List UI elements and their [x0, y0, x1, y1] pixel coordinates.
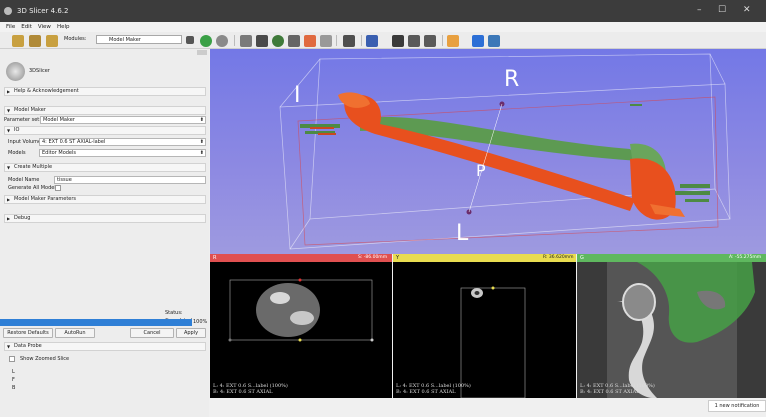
orientation-label-l: L [456, 221, 469, 246]
restore-defaults-button[interactable]: Restore Defaults [3, 328, 53, 338]
parameter-set-label: Parameter set: [4, 117, 41, 123]
orientation-label-i: I [294, 83, 301, 108]
yellow-slice-view[interactable]: L: 4: EXT 0.6 S...label (100%) B: 4: EXT… [393, 262, 576, 398]
data-module-icon[interactable] [240, 35, 252, 47]
red-slice-background-layer: B: 4: EXT 0.6 ST AXIAL [213, 389, 273, 395]
model-name-field[interactable]: tissue [54, 176, 206, 184]
model-name-label: Model Name [8, 177, 40, 183]
crosshair-icon[interactable] [366, 35, 378, 47]
close-button[interactable]: ✕ [743, 5, 751, 15]
models-combo[interactable]: Editor Models [39, 149, 206, 157]
menu-help[interactable]: Help [57, 24, 70, 30]
show-zoomed-label: Show Zoomed Slice [20, 356, 70, 362]
transforms-module-icon[interactable] [288, 35, 300, 47]
generate-all-checkbox[interactable] [55, 185, 61, 191]
models-module-icon[interactable] [272, 35, 284, 47]
slicer-logo-text: 3DSlicer [29, 68, 50, 74]
model-maker-parameters-section[interactable]: Model Maker Parameters [4, 195, 206, 204]
orientation-label-p: P [476, 161, 486, 180]
probe-b-label: B [12, 385, 16, 391]
cancel-button[interactable]: Cancel [130, 328, 174, 338]
yellow-slice-info: L: 4: EXT 0.6 S...label (100%) B: 4: EXT… [396, 383, 471, 395]
green-slice-info: L: 4: EXT 0.6 S...label (100%) B: 4: EXT… [580, 383, 655, 395]
red-slice-info: L: 4: EXT 0.6 S...label (100%) B: 4: EXT… [213, 383, 288, 395]
generate-all-label: Generate All Models [8, 185, 59, 191]
scene-view-icon[interactable] [408, 35, 420, 47]
title-bar: 3D Slicer 4.6.2 – ☐ ✕ [0, 0, 766, 22]
progress-text: 100% [193, 319, 208, 325]
menu-file[interactable]: File [6, 24, 15, 30]
python-console-icon[interactable] [488, 35, 500, 47]
3d-scene [279, 53, 731, 250]
input-volume-label: Input Volume [8, 139, 42, 145]
menu-edit[interactable]: Edit [21, 24, 32, 30]
create-multiple-section[interactable]: Create Multiple [4, 163, 206, 172]
red-slice-bar[interactable]: R S: -86.00mm [210, 254, 392, 262]
red-slice-image [228, 278, 374, 342]
module-selector-value: Model Maker [109, 37, 141, 43]
yellow-slice-letter: Y [396, 255, 400, 261]
maximize-button[interactable]: ☐ [718, 5, 726, 15]
yellow-slice-offset: R: 36.620mm [543, 255, 574, 260]
red-slice-view[interactable]: L: 4: EXT 0.6 S...label (100%) B: 4: EXT… [210, 262, 392, 398]
data-probe-section[interactable]: Data Probe [4, 342, 206, 351]
yellow-slice-background-layer: B: 4: EXT 0.6 ST AXIAL [396, 389, 456, 395]
editor-module-icon[interactable] [320, 35, 332, 47]
load-data-icon[interactable] [12, 35, 24, 47]
modules-label: Modules: [64, 36, 87, 42]
green-slice-letter: G [580, 255, 584, 261]
input-volume-combo[interactable]: 4: EXT 0.6 ST AXIAL-label [39, 138, 206, 146]
status-strip [210, 398, 766, 417]
model-maker-section[interactable]: Model Maker [4, 106, 206, 115]
red-slice-offset: S: -86.00mm [358, 255, 388, 260]
menu-bar: File Edit View Help [0, 22, 766, 32]
slicer-app-icon [4, 7, 12, 15]
io-section[interactable]: IO [4, 126, 206, 135]
yellow-slice-bar[interactable]: Y R: 36.620mm [393, 254, 576, 262]
save-data-icon[interactable] [46, 35, 58, 47]
autorun-button[interactable]: AutoRun [55, 328, 95, 338]
window-title: 3D Slicer 4.6.2 [17, 7, 69, 15]
show-zoomed-checkbox[interactable] [9, 356, 15, 362]
probe-l-label: L [12, 369, 15, 375]
menu-view[interactable]: View [38, 24, 51, 30]
extension-manager-icon[interactable] [472, 35, 484, 47]
probe-f-label: F [12, 377, 15, 383]
load-dicom-icon[interactable] [29, 35, 41, 47]
module-history-icon[interactable] [186, 36, 194, 44]
debug-section[interactable]: Debug [4, 214, 206, 223]
yellow-slice-image [460, 286, 526, 398]
apply-button[interactable]: Apply [176, 328, 206, 338]
green-bone [360, 116, 666, 195]
green-slice-bar[interactable]: G A: -55.275mm [577, 254, 766, 262]
volumes-module-icon[interactable] [256, 35, 268, 47]
slicer-logo-icon [6, 62, 25, 81]
red-slice-letter: R [213, 255, 217, 261]
panel-undock-icon[interactable] [197, 50, 207, 55]
help-section[interactable]: Help & Acknowledgement [4, 87, 206, 96]
green-slice-offset: A: -55.275mm [729, 255, 762, 260]
parameter-set-combo[interactable]: Model Maker [40, 116, 206, 124]
place-fiducial-icon[interactable] [447, 35, 459, 47]
minimize-button[interactable]: – [697, 5, 702, 15]
markups-module-icon[interactable] [304, 35, 316, 47]
green-slice-image [577, 262, 766, 398]
back-arrow-icon[interactable] [200, 35, 212, 47]
module-selector[interactable]: Model Maker [96, 35, 182, 44]
green-slice-view[interactable]: L: 4: EXT 0.6 S...label (100%) B: 4: EXT… [577, 262, 766, 398]
orientation-label-r: R [504, 67, 520, 92]
green-slice-background-layer: B: 4: EXT 0.6 ST AXIAL [580, 389, 640, 395]
screenshot-icon[interactable] [392, 35, 404, 47]
models-label: Models [8, 150, 26, 156]
3d-view[interactable]: R I P L [210, 49, 766, 254]
forward-arrow-icon[interactable] [216, 35, 228, 47]
layout-icon[interactable] [343, 35, 355, 47]
notification-badge[interactable]: 1 new notification [708, 400, 766, 412]
progress-bar [0, 319, 192, 326]
view-restore-icon[interactable] [424, 35, 436, 47]
